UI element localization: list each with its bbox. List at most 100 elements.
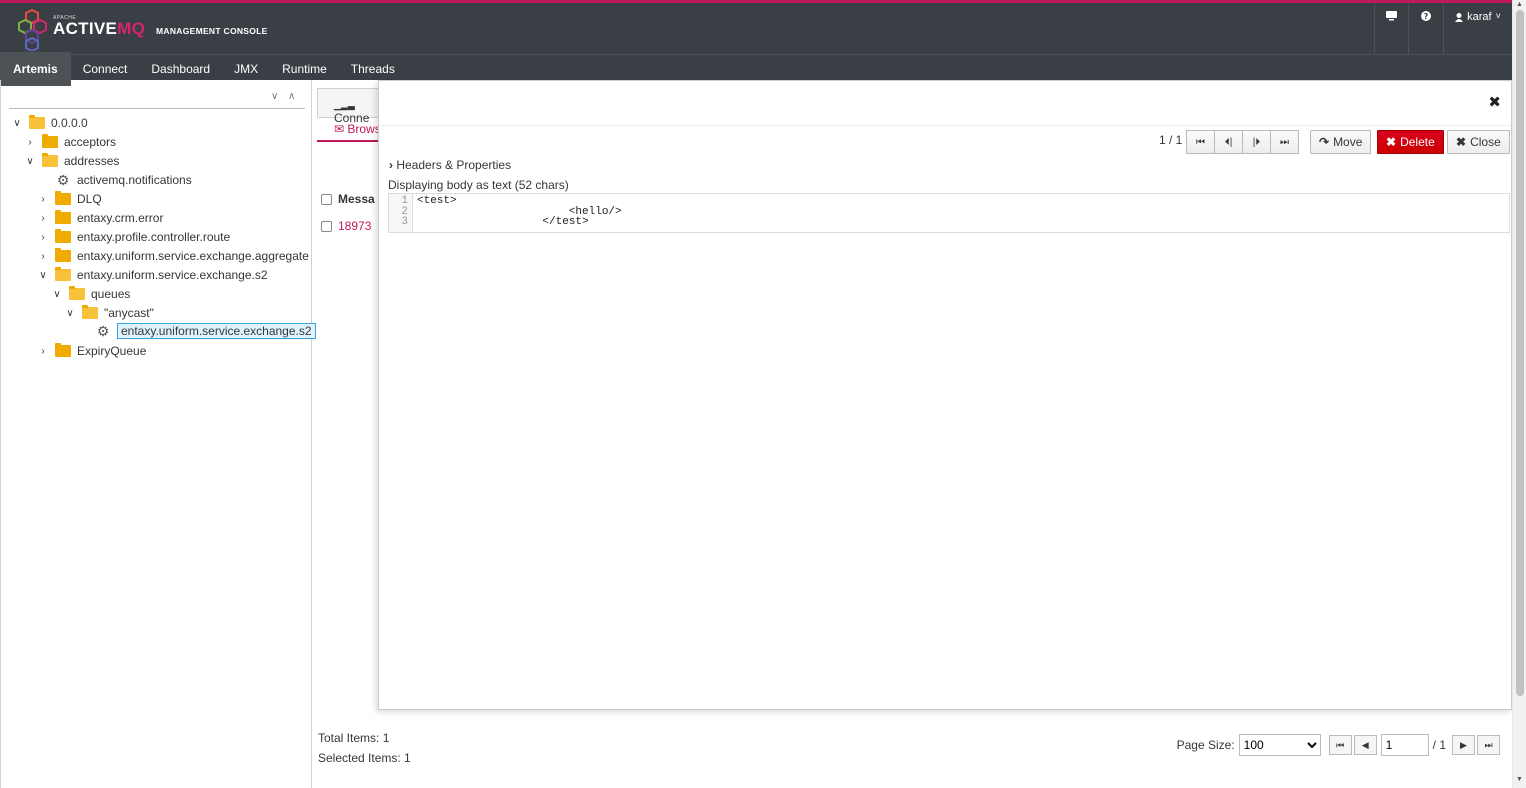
tree-node-queue-exchange-s2[interactable]: ⚙ entaxy.uniform.service.exchange.s2 bbox=[77, 322, 316, 340]
first-page-button[interactable]: ⏮ bbox=[1328, 735, 1352, 755]
scrollbar-thumb[interactable] bbox=[1516, 10, 1524, 696]
tab-connections[interactable]: ▁▂▃ Conne bbox=[317, 88, 387, 125]
tree-node-addresses[interactable]: ∨ addresses bbox=[24, 152, 119, 170]
last-page-button[interactable]: ⏭ bbox=[1477, 735, 1500, 755]
pagination: Page Size: 100 ⏮ ◀ / 1 ▶ ⏭ bbox=[1177, 734, 1502, 756]
line-number: 3 bbox=[401, 216, 408, 228]
message-counter: 1 / 1 bbox=[1159, 133, 1183, 147]
help-button[interactable]: ? bbox=[1408, 3, 1443, 54]
column-message-id[interactable]: Messa bbox=[338, 192, 375, 206]
tab-browse-label: Brows bbox=[347, 122, 381, 136]
signal-icon: ▁▂▃ bbox=[334, 100, 355, 110]
tree-node-activemq-notifications[interactable]: ⚙ activemq.notifications bbox=[37, 171, 192, 189]
tree-node-dlq[interactable]: › DLQ bbox=[37, 190, 102, 208]
tree-node-label: entaxy.uniform.service.exchange.s2 bbox=[77, 268, 268, 282]
activemq-logo-icon bbox=[18, 9, 47, 51]
folder-icon bbox=[55, 343, 71, 357]
chevron-down-icon[interactable]: ∨ bbox=[11, 118, 23, 129]
envelope-icon: ✉ bbox=[334, 122, 345, 136]
previous-message-button[interactable]: ⏴| bbox=[1214, 130, 1243, 154]
times-icon: ✖ bbox=[1456, 135, 1467, 149]
select-all-checkbox[interactable] bbox=[321, 194, 332, 206]
chevron-down-icon[interactable]: ∨ bbox=[64, 308, 76, 319]
headers-properties-label: Headers & Properties bbox=[396, 158, 512, 172]
next-page-button[interactable]: ▶ bbox=[1452, 735, 1475, 755]
logo-mq-text: MQ bbox=[117, 19, 146, 38]
chevron-right-icon[interactable]: › bbox=[37, 251, 49, 262]
activemq-logo: APACHE ACTIVEMQ MANAGEMENT CONSOLE bbox=[18, 9, 268, 51]
table-header: Messa bbox=[321, 192, 375, 206]
svg-text:?: ? bbox=[1424, 12, 1429, 21]
page-number-input[interactable] bbox=[1380, 734, 1429, 756]
folder-open-icon bbox=[82, 305, 98, 319]
message-body-code: <test> <hello/> </test> bbox=[417, 195, 622, 228]
first-message-button[interactable]: ⏮ bbox=[1186, 130, 1215, 154]
scroll-up-icon[interactable]: ▲ bbox=[1516, 1, 1523, 8]
totals: Total Items: 1 Selected Items: 1 bbox=[318, 728, 411, 768]
close-button[interactable]: ✖ Close bbox=[1447, 130, 1510, 154]
message-id-link[interactable]: 18973 bbox=[338, 219, 371, 233]
tree-node-root[interactable]: ∨ 0.0.0.0 bbox=[11, 114, 88, 132]
tree-node-label: entaxy.profile.controller.route bbox=[77, 230, 231, 244]
row-checkbox[interactable] bbox=[321, 221, 332, 233]
logo-console-text: MANAGEMENT CONSOLE bbox=[156, 26, 268, 36]
tree-node-acceptors[interactable]: › acceptors bbox=[24, 133, 116, 151]
tree-node-label: ExpiryQueue bbox=[77, 344, 147, 358]
total-items: Total Items: 1 bbox=[318, 731, 390, 745]
user-icon bbox=[1455, 13, 1464, 22]
table-row: 18973 bbox=[321, 219, 371, 233]
chevron-down-icon[interactable]: ∨ bbox=[37, 270, 49, 281]
user-menu[interactable]: karaf ˅ bbox=[1443, 3, 1512, 54]
logo-active-text: ACTIVE bbox=[53, 19, 118, 38]
monitor-button[interactable] bbox=[1374, 3, 1408, 54]
last-message-button[interactable]: ⏭ bbox=[1270, 130, 1299, 154]
tree-node-label: queues bbox=[91, 287, 131, 301]
delete-button[interactable]: ✖ Delete bbox=[1377, 130, 1444, 154]
message-body-editor[interactable]: 1 2 3 <test> <hello/> </test> bbox=[388, 193, 1510, 233]
expand-all-icon[interactable]: ∨ bbox=[271, 91, 278, 102]
tree-node-expiry-queue[interactable]: › ExpiryQueue bbox=[37, 342, 146, 360]
tree-node-label: DLQ bbox=[77, 192, 102, 206]
monitor-icon bbox=[1386, 11, 1397, 21]
tree-node-entaxy-profile-controller-route[interactable]: › entaxy.profile.controller.route bbox=[37, 228, 230, 246]
message-detail-dialog: ✖ 1 / 1 ⏮ ⏴| |⏵ ⏭ ↷ Move ✖ Delete ✖ Close ›… bbox=[378, 80, 1512, 710]
help-icon: ? bbox=[1421, 11, 1431, 21]
line-numbers: 1 2 3 bbox=[389, 194, 413, 232]
chevron-right-icon[interactable]: › bbox=[24, 137, 36, 148]
move-button[interactable]: ↷ Move bbox=[1310, 130, 1372, 154]
folder-icon bbox=[55, 191, 71, 205]
chevron-down-icon: ˅ bbox=[1495, 11, 1501, 21]
tree-node-label: acceptors bbox=[64, 135, 117, 149]
body-info-text: Displaying body as text (52 chars) bbox=[388, 178, 569, 192]
tree-node-exchange-s2[interactable]: ∨ entaxy.uniform.service.exchange.s2 bbox=[37, 266, 268, 284]
tree-node-anycast[interactable]: ∨ "anycast" bbox=[64, 304, 154, 322]
chevron-right-icon[interactable]: › bbox=[37, 213, 49, 224]
line-number: 1 bbox=[401, 195, 408, 207]
gear-icon: ⚙ bbox=[56, 172, 70, 188]
tree-node-label: entaxy.crm.error bbox=[77, 211, 164, 225]
tree-filter-input[interactable]: ∨ ∧ bbox=[9, 89, 305, 109]
folder-icon bbox=[55, 229, 71, 243]
chevron-down-icon[interactable]: ∨ bbox=[24, 156, 36, 167]
chevron-right-icon[interactable]: › bbox=[37, 232, 49, 243]
tab-browse[interactable]: ✉ Brows bbox=[317, 118, 387, 142]
folder-icon bbox=[55, 210, 71, 224]
chevron-right-icon[interactable]: › bbox=[37, 346, 49, 357]
page-size-select[interactable]: 100 bbox=[1238, 734, 1321, 756]
page-count: / 1 bbox=[1432, 738, 1446, 752]
scroll-down-icon[interactable]: ▼ bbox=[1516, 776, 1523, 783]
tree-node-entaxy-crm-error[interactable]: › entaxy.crm.error bbox=[37, 209, 163, 227]
tree-node-exchange-aggregate[interactable]: › entaxy.uniform.service.exchange.aggreg… bbox=[37, 247, 309, 265]
tree-node-label: entaxy.uniform.service.exchange.aggregat… bbox=[77, 249, 309, 263]
logo-brand: ACTIVEMQ bbox=[53, 19, 145, 39]
chevron-right-icon[interactable]: › bbox=[37, 194, 49, 205]
collapse-all-icon[interactable]: ∧ bbox=[288, 91, 295, 102]
tree-node-queues[interactable]: ∨ queues bbox=[51, 285, 130, 303]
close-icon[interactable]: ✖ bbox=[1488, 93, 1501, 111]
next-message-button[interactable]: |⏵ bbox=[1242, 130, 1271, 154]
chevron-down-icon[interactable]: ∨ bbox=[51, 289, 63, 300]
prev-page-button[interactable]: ◀ bbox=[1353, 735, 1377, 755]
headers-properties-toggle[interactable]: › Headers & Properties bbox=[389, 158, 511, 172]
tree-node-label: "anycast" bbox=[104, 306, 154, 320]
page-scrollbar[interactable]: ▲ ▼ bbox=[1512, 0, 1526, 788]
